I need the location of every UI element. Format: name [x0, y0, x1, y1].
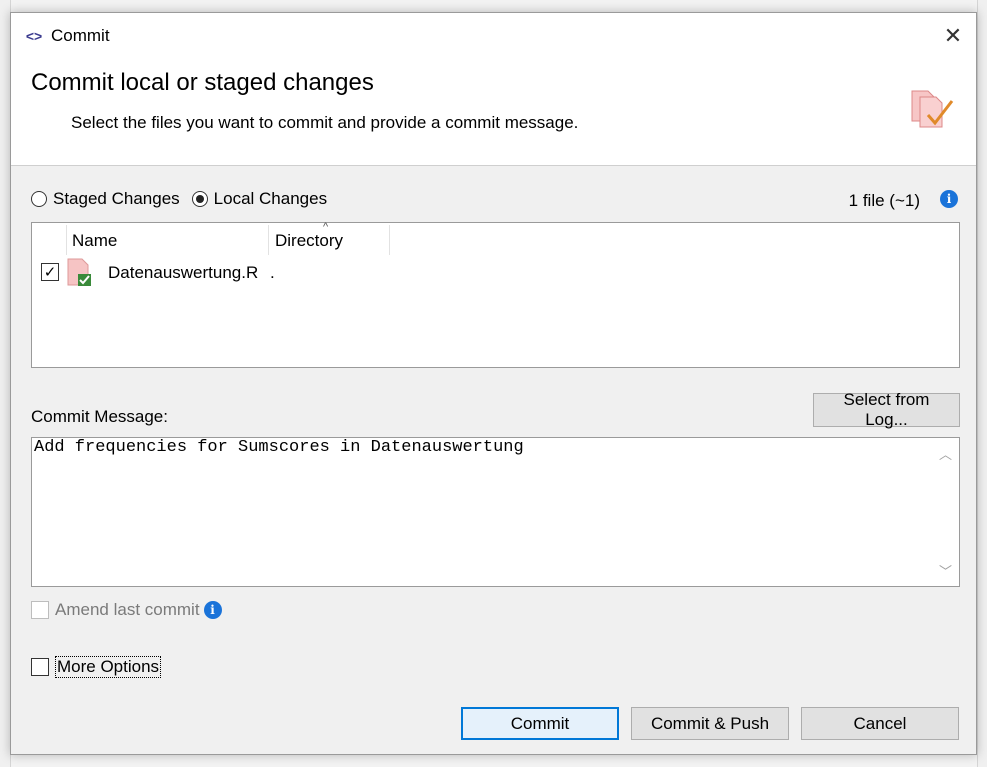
- chevron-up-icon[interactable]: ︿: [939, 444, 952, 463]
- close-icon[interactable]: ✕: [934, 17, 972, 55]
- modified-file-icon: [67, 258, 91, 286]
- files-commit-check-icon: [911, 90, 954, 128]
- title-bar: <> Commit ✕: [11, 13, 976, 59]
- cancel-button[interactable]: Cancel: [801, 707, 959, 740]
- header-subtitle: Select the files you want to commit and …: [71, 113, 579, 132]
- commit-message-input[interactable]: Add frequencies for Sumscores in Datenau…: [31, 437, 960, 587]
- local-changes-label: Local Changes: [213, 189, 328, 208]
- amend-checkbox[interactable]: [31, 601, 49, 619]
- background-right-panel: [977, 0, 987, 767]
- select-from-log-button[interactable]: Select from Log...: [813, 390, 960, 429]
- dialog-header: Commit local or staged changes Select th…: [11, 59, 976, 166]
- amend-label: Amend last commit: [55, 600, 200, 619]
- commit-push-button[interactable]: Commit & Push: [631, 707, 789, 740]
- staged-changes-label: Staged Changes: [53, 189, 180, 208]
- file-count: 1 file (~1): [848, 191, 920, 210]
- info-icon[interactable]: i: [203, 601, 222, 619]
- code-brackets-icon: <>: [25, 28, 43, 44]
- window-title: Commit: [51, 26, 110, 45]
- header-title: Commit local or staged changes: [31, 69, 374, 96]
- column-separator: [66, 225, 67, 255]
- file-directory: .: [270, 263, 275, 282]
- column-separator: [268, 225, 269, 255]
- staged-changes-radio[interactable]: Staged Changes: [31, 189, 180, 209]
- local-changes-radio[interactable]: Local Changes: [191, 189, 328, 209]
- commit-message-label: Commit Message:: [31, 407, 168, 426]
- more-options-checkbox[interactable]: [31, 658, 49, 676]
- table-row[interactable]: ✓ Datenauswertung.R .: [32, 258, 959, 289]
- radio-indicator-selected: [191, 191, 208, 207]
- file-name: Datenauswertung.R: [108, 263, 259, 282]
- more-options-label: More Options: [55, 656, 162, 678]
- column-header-directory[interactable]: Directory: [275, 231, 343, 251]
- commit-button[interactable]: Commit: [461, 707, 619, 740]
- commit-message-text: Add frequencies for Sumscores in Datenau…: [34, 438, 524, 457]
- amend-last-commit-option[interactable]: Amend last commit i: [31, 600, 222, 620]
- more-options-option[interactable]: More Options: [31, 656, 162, 678]
- commit-dialog: <> Commit ✕ Commit local or staged chang…: [10, 12, 977, 755]
- change-mode-group: Staged Changes Local Changes: [31, 189, 339, 209]
- file-list: Name ^ Directory ✓ Datenauswertung.R .: [31, 221, 960, 368]
- chevron-down-icon[interactable]: ﹀: [939, 561, 952, 580]
- file-checkbox[interactable]: ✓: [41, 263, 59, 281]
- file-list-header: Name ^ Directory: [32, 221, 959, 255]
- radio-indicator: [31, 191, 47, 207]
- message-scrollbar[interactable]: ︿ ﹀: [933, 438, 959, 586]
- column-separator: [389, 225, 390, 255]
- info-icon[interactable]: i: [940, 190, 958, 208]
- column-header-name[interactable]: Name: [72, 231, 117, 251]
